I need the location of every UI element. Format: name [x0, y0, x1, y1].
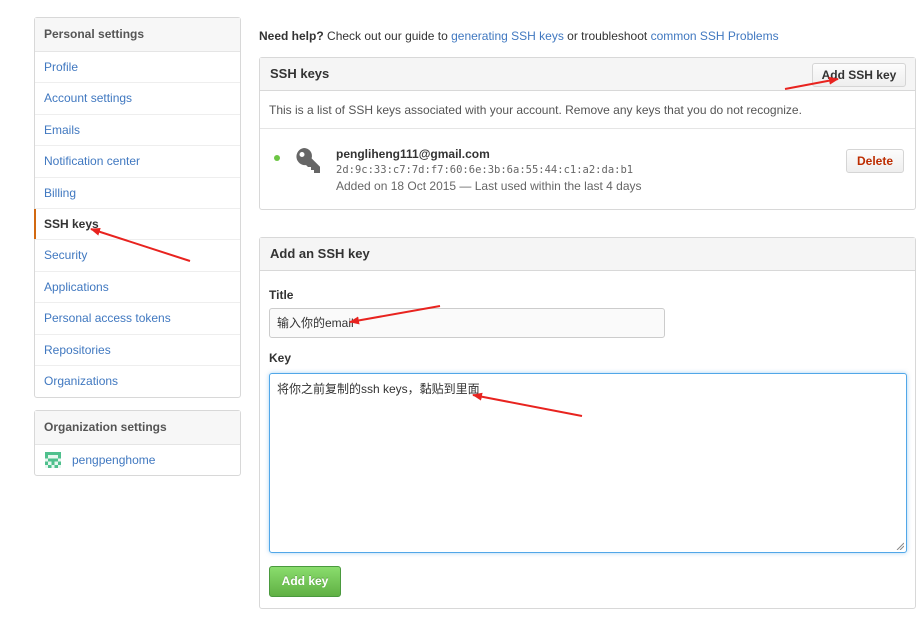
- sidebar-item-repositories[interactable]: Repositories: [35, 335, 240, 366]
- help-text-2: or troubleshoot: [563, 29, 651, 43]
- organization-settings-heading: Organization settings: [35, 411, 240, 445]
- key-status-dot: [274, 155, 280, 161]
- sidebar-item-ssh-keys[interactable]: SSH keys: [34, 208, 240, 241]
- key-title: pengliheng111@gmail.com: [336, 147, 490, 161]
- organization-settings-menu: Organization settings pengpenghome: [34, 410, 241, 476]
- common-ssh-problems-link[interactable]: common SSH Problems: [651, 29, 779, 43]
- delete-key-button[interactable]: Delete: [846, 149, 904, 173]
- key-textarea-value: 将你之前复制的ssh keys，黏贴到里面: [277, 382, 480, 396]
- add-ssh-key-form: Add an SSH key Title 输入你的email Key 将你之前复…: [259, 237, 916, 609]
- sidebar-item-applications[interactable]: Applications: [35, 272, 240, 304]
- ssh-key-row: pengliheng111@gmail.com 2d:9c:33:c7:7d:f…: [259, 57, 916, 210]
- sidebar-item-profile[interactable]: Profile: [35, 52, 240, 84]
- sidebar-item-personal-access-tokens[interactable]: Personal access tokens: [35, 303, 240, 335]
- add-ssh-key-header: Add an SSH key: [260, 238, 915, 271]
- sidebar-item-organizations[interactable]: Organizations: [35, 366, 240, 397]
- org-item-pengpenghome[interactable]: pengpenghome: [35, 445, 240, 475]
- sidebar-item-emails[interactable]: Emails: [35, 115, 240, 147]
- key-label: Key: [269, 351, 292, 365]
- personal-settings-menu: Personal settings Profile Account settin…: [34, 17, 241, 399]
- generating-ssh-keys-link[interactable]: generating SSH keys: [451, 29, 564, 43]
- key-textarea[interactable]: 将你之前复制的ssh keys，黏贴到里面: [269, 373, 907, 553]
- sidebar-item-notification-center[interactable]: Notification center: [35, 146, 240, 178]
- personal-settings-heading: Personal settings: [35, 18, 240, 52]
- help-bold: Need help?: [259, 29, 324, 43]
- sidebar-item-security[interactable]: Security: [35, 240, 240, 272]
- key-added-info: Added on 18 Oct 2015 — Last used within …: [336, 179, 642, 193]
- help-text-1: Check out our guide to: [323, 29, 452, 43]
- sidebar-item-billing[interactable]: Billing: [35, 178, 240, 209]
- org-name: pengpenghome: [72, 453, 156, 467]
- help-text: Need help? Check out our guide to genera…: [259, 29, 779, 43]
- add-key-button[interactable]: Add key: [269, 566, 341, 597]
- key-fingerprint: 2d:9c:33:c7:7d:f7:60:6e:3b:6a:55:44:c1:a…: [336, 164, 634, 176]
- title-input[interactable]: 输入你的email: [269, 308, 665, 338]
- identicon-avatar-icon: [45, 452, 61, 468]
- sidebar-item-account-settings[interactable]: Account settings: [35, 83, 240, 115]
- title-label: Title: [269, 288, 294, 302]
- resize-grip-icon[interactable]: [896, 542, 904, 550]
- key-icon: [296, 148, 320, 173]
